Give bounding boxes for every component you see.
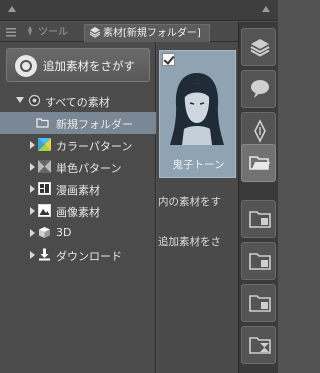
speech-balloon-button[interactable] — [241, 70, 276, 108]
layer-folder-button-2[interactable] — [241, 242, 276, 280]
chevron-right-icon[interactable] — [30, 141, 35, 149]
tree-item-download[interactable]: ダウンロード — [0, 244, 156, 266]
3d-cube-icon — [39, 227, 50, 238]
tab-menu-icon[interactable] — [4, 25, 18, 39]
find-more-materials-label: 追加素材をさがす — [43, 59, 135, 73]
folder-pattern-icon — [249, 337, 271, 354]
tree-item-color-pattern[interactable]: カラーパターン — [0, 134, 156, 156]
manga-material-icon — [38, 182, 51, 195]
mono-pattern-icon — [38, 160, 51, 173]
info-message-1: 内の素材をす — [158, 196, 221, 208]
folder-icon — [36, 118, 49, 128]
tree-item-new-folder[interactable]: 新規フォルダー — [0, 112, 156, 134]
tab-bar: ツール 素材[新規フォルダー] — [0, 22, 238, 42]
tab-material[interactable]: 素材[新規フォルダー] — [84, 24, 210, 42]
material-thumbnail[interactable]: 鬼子トーン — [159, 50, 236, 178]
open-folder-button[interactable] — [241, 144, 276, 182]
chevron-right-icon[interactable] — [30, 207, 35, 215]
search-material-icon — [15, 55, 37, 77]
tone-girl-illustration — [170, 73, 224, 145]
tree-label: 漫画素材 — [56, 184, 100, 197]
tab-tool-label: ツール — [38, 27, 68, 38]
download-icon — [39, 248, 50, 261]
material-stack-icon — [89, 27, 101, 38]
collapse-panel-icon[interactable] — [260, 4, 272, 16]
layer-folder-button-3[interactable] — [241, 284, 276, 322]
chevron-right-icon[interactable] — [30, 229, 35, 237]
material-name: 鬼子トーン — [172, 159, 225, 171]
pattern-folder-button[interactable] — [241, 326, 276, 364]
tree-label: カラーパターン — [56, 140, 133, 153]
tree-label: 新規フォルダー — [56, 118, 133, 131]
chevron-right-icon[interactable] — [30, 163, 35, 171]
tree-label: 画像素材 — [56, 206, 100, 219]
material-stack-button[interactable] — [241, 28, 276, 66]
all-materials-icon — [28, 94, 41, 107]
tree-item-manga-material[interactable]: 漫画素材 — [0, 178, 156, 200]
tree-label: ダウンロード — [56, 250, 122, 263]
pen-nib-icon — [254, 119, 266, 143]
tree-item-3d[interactable]: 3D — [0, 222, 156, 244]
layer-folder-button-1[interactable] — [241, 200, 276, 238]
tree-label: すべての素材 — [45, 96, 110, 109]
material-list-pane: 鬼子トーン 内の素材をす 追加素材をさ — [157, 42, 238, 373]
folder-grid-icon — [249, 295, 271, 312]
expand-panel-icon[interactable] — [6, 4, 18, 16]
tree-label: 3D — [56, 226, 72, 239]
color-pattern-icon — [38, 138, 51, 151]
tab-material-label: 素材[新規フォルダー] — [103, 28, 201, 39]
pen-tool-icon — [28, 26, 32, 36]
speech-balloon-icon — [251, 80, 269, 98]
find-more-materials-button[interactable]: 追加素材をさがす — [6, 48, 150, 82]
palette-dock-bar — [238, 22, 278, 373]
tree-label: 単色パターン — [56, 162, 122, 175]
tree-item-all-materials[interactable]: すべての素材 — [0, 90, 156, 112]
chevron-down-icon[interactable] — [16, 97, 24, 103]
info-message-2: 追加素材をさ — [158, 236, 221, 248]
chevron-right-icon[interactable] — [30, 251, 35, 259]
select-checkbox[interactable] — [162, 53, 175, 66]
chevron-right-icon[interactable] — [30, 185, 35, 193]
material-stack-icon — [250, 39, 270, 57]
tree-item-image-material[interactable]: 画像素材 — [0, 200, 156, 222]
open-folder-icon — [249, 156, 270, 170]
tab-tool[interactable]: ツール — [20, 24, 82, 42]
panel-title-bar — [0, 0, 278, 21]
tree-item-mono-pattern[interactable]: 単色パターン — [0, 156, 156, 178]
folder-grid-icon — [249, 253, 271, 270]
material-tree-pane: 追加素材をさがす すべての素材 新規フォルダー カラーパターン 単色パターン 漫… — [0, 42, 156, 373]
folder-grid-icon — [249, 211, 271, 228]
image-material-icon — [38, 204, 51, 217]
